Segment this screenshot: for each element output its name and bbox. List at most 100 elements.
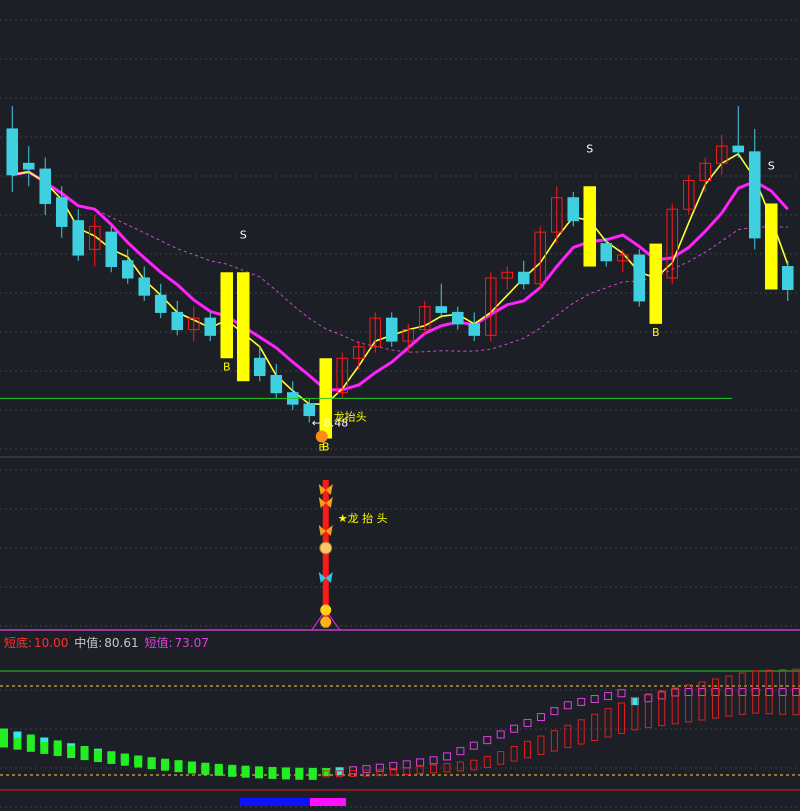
signal-bar [764,203,778,290]
mid-value: 80.61 [104,636,139,650]
osc-fast-mark [630,697,639,706]
osc-fast-mark [698,688,707,696]
osc-slow-mark [765,669,773,715]
candle-body [732,145,745,153]
osc-fast-mark [563,701,572,710]
candle-body [468,323,481,336]
flame-icon-shape [315,430,328,443]
bottom-blue-bar [240,798,310,806]
candle-body [270,374,283,394]
osc-slow-mark [0,735,8,748]
osc-slow-mark [738,672,746,715]
osc-slow-mark [13,737,22,750]
osc-slow-mark [214,763,223,776]
osc-slow-mark [658,690,666,727]
osc-slow-mark [698,681,706,721]
kline-chart: SBBSBS ← 8.48 龙抬头 B ★龙 抬 头 [0,19,800,808]
osc-slow-mark [308,767,317,780]
osc-slow-mark [228,764,237,777]
sub-panel-annotation: ★龙 抬 头 [338,511,388,525]
short-bottom-label: 短底: [4,636,33,650]
main-price-panel: SBBSBS ← 8.48 龙抬头 B [0,106,794,454]
signal-label: B [652,326,660,339]
osc-fast-mark [523,718,532,727]
signal-label: S [768,159,775,172]
money-bag-icon [319,541,333,555]
candle-body [748,151,761,239]
osc-fast-mark [617,689,626,698]
osc-fast-mark [375,763,384,772]
mid-label: 中值: [74,636,103,650]
osc-slow-mark [53,744,62,757]
osc-slow-mark [416,765,424,775]
dragon-head-label: 龙抬头 [334,409,367,423]
candle-body [303,403,316,417]
candle-body [6,128,19,176]
candle-body [781,266,794,290]
osc-fast-mark [496,730,505,739]
osc-fast-mark [416,758,425,767]
osc-fast-mark [0,728,8,737]
candle-body [55,197,68,227]
candle-body [72,220,85,256]
osc-fast-mark [577,697,586,706]
signal-sub-panel: ★龙 抬 头 [311,480,388,631]
candle-body [105,231,118,268]
osc-fast-mark [456,747,465,756]
osc-slow-mark [67,746,76,759]
signal-label: B [223,360,231,373]
osc-fast-mark [429,756,438,765]
osc-slow-mark [40,741,49,754]
osc-slow-mark [604,708,612,738]
indicator-readout: 短底: 10.00 中值: 80.61 短值: 73.07 [4,634,211,651]
osc-fast-mark [590,695,599,704]
osc-fast-mark [657,691,666,700]
osc-slow-mark [711,678,719,719]
osc-slow-mark [430,764,438,774]
candle-body [253,357,266,376]
osc-fast-mark [469,741,478,750]
osc-slow-mark [644,693,652,729]
osc-slow-mark [147,757,156,770]
osc-slow-mark [161,758,170,771]
osc-fast-mark [402,760,411,769]
signal-icon-stack [311,480,341,631]
signal-label: S [586,142,593,155]
osc-fast-mark [483,736,492,745]
osc-slow-mark [752,670,760,714]
osc-slow-mark [792,668,800,716]
candle-body [451,311,464,325]
short-label: 短值: [144,636,173,650]
osc-slow-mark [725,675,733,717]
signal-bar [649,243,663,324]
osc-slow-mark [403,767,411,775]
gold-coin-icon [320,604,332,616]
candle-body [435,306,448,313]
osc-fast-mark [604,692,613,701]
candle-body [121,260,134,279]
ma-fast-line [12,152,789,405]
osc-slow-mark [497,751,505,765]
candle-body [600,243,613,262]
osc-slow-mark [537,735,545,755]
low-price-arrow: ← [312,416,321,429]
osc-slow-mark [201,762,210,775]
osc-slow-mark [134,755,143,768]
signal-bar [236,272,250,382]
osc-slow-mark [80,748,89,761]
bottom-magenta-bar [310,798,346,806]
osc-slow-mark [93,750,102,763]
osc-slow-mark [241,765,250,778]
osc-slow-mark [550,730,558,752]
osc-fast-mark [738,688,747,696]
candle-body [171,311,184,331]
osc-slow-mark [671,687,679,725]
osc-slow-mark [26,739,35,752]
osc-slow-mark [483,756,491,768]
candle-body [385,317,398,342]
candle-body [138,277,151,296]
candle-body [633,254,646,302]
candle-body [567,197,580,222]
ma-slow-line [12,170,789,392]
candle-body [39,168,52,204]
